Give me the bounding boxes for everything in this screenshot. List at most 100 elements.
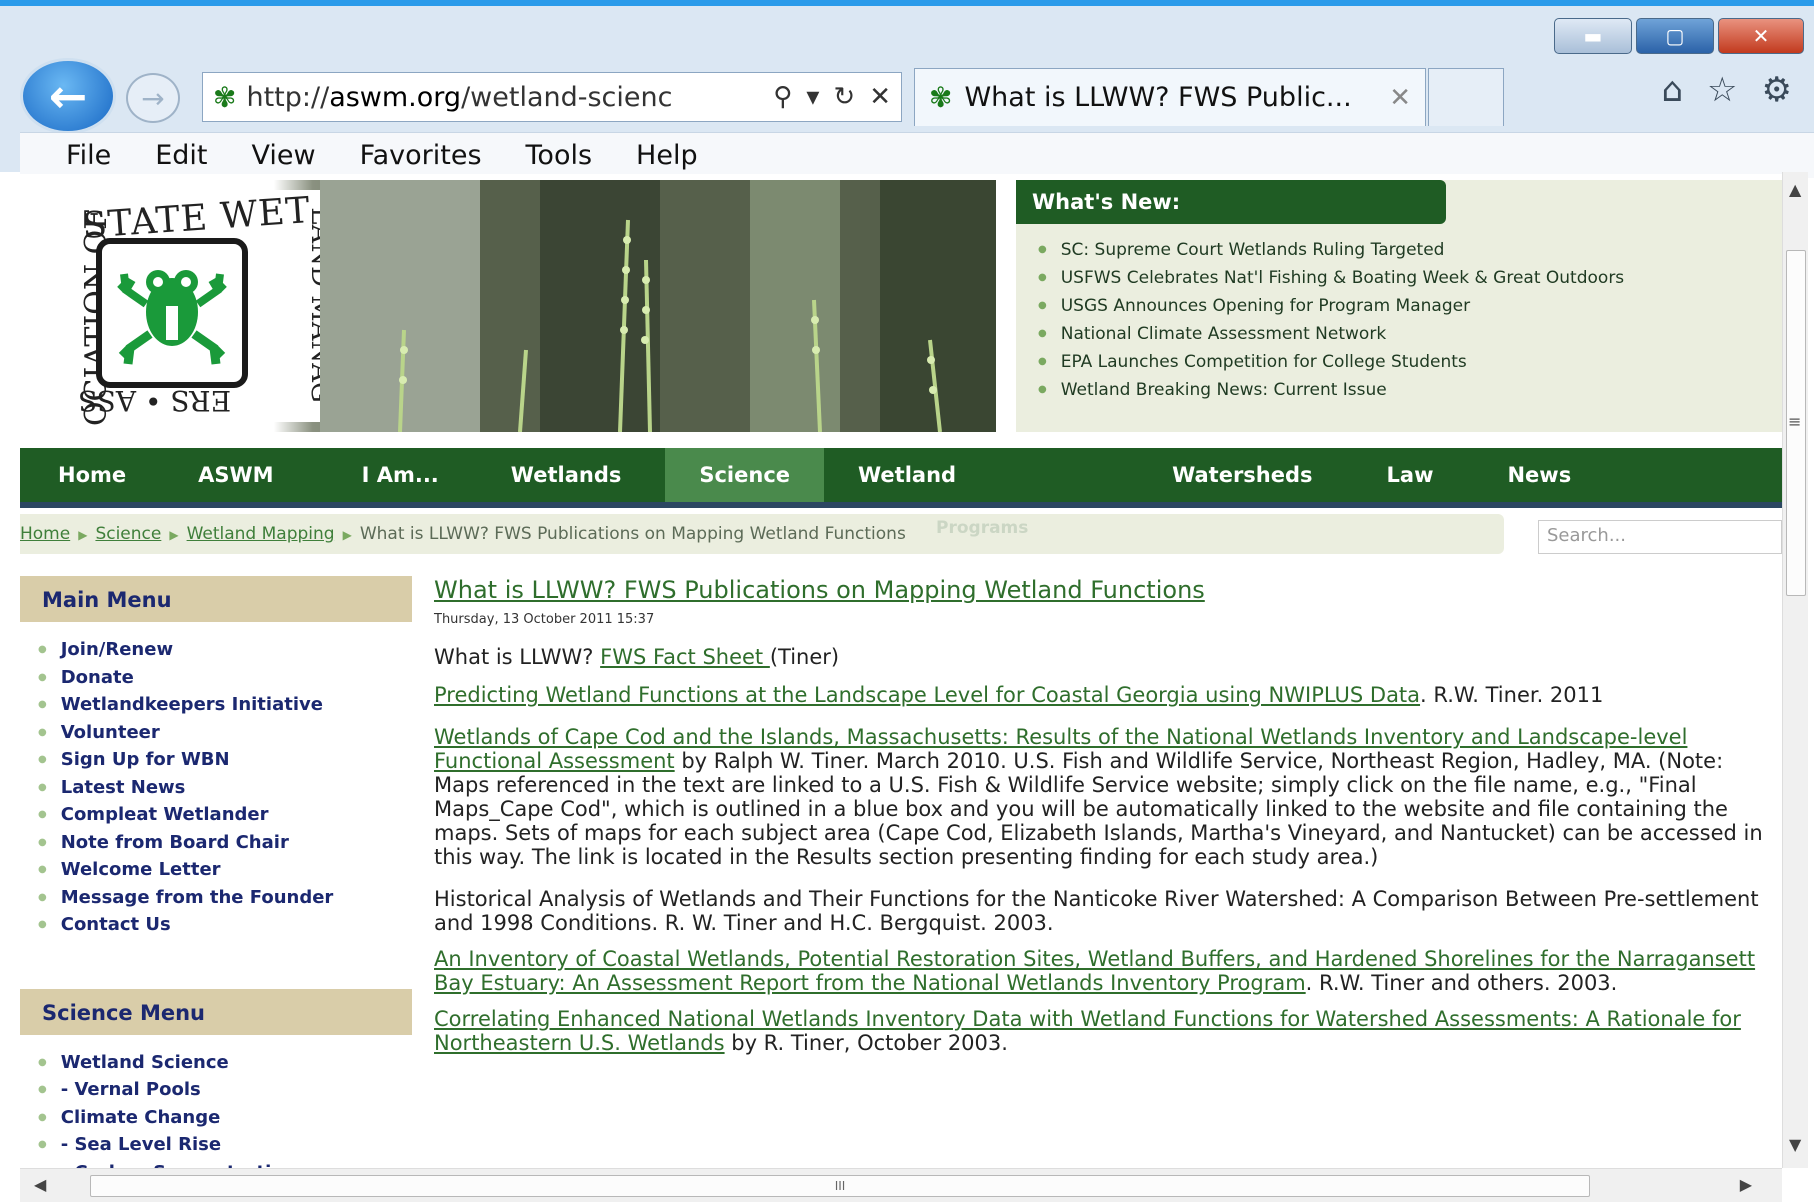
article-paragraph: Historical Analysis of Wetlands and Thei… bbox=[434, 887, 1759, 935]
article-paragraph: Wetlands of Cape Cod and the Islands, Ma… bbox=[434, 725, 1774, 869]
sidebar-item-contact-us[interactable]: Contact Us bbox=[38, 911, 412, 939]
menu-help[interactable]: Help bbox=[636, 140, 698, 171]
wetland-plants-photo bbox=[320, 180, 996, 432]
dropdown-icon[interactable]: ▾ bbox=[806, 82, 819, 112]
sidebar-item-founder-message[interactable]: Message from the Founder bbox=[38, 884, 412, 912]
breadcrumb-science[interactable]: Science bbox=[95, 524, 161, 544]
sidebar-item-welcome-letter[interactable]: Welcome Letter bbox=[38, 856, 412, 884]
fws-fact-sheet-link[interactable]: FWS Fact Sheet bbox=[600, 645, 770, 669]
paragraph-text: . R.W. Tiner. 2011 bbox=[1420, 683, 1604, 707]
sidebar-item-sea-level-rise[interactable]: - Sea Level Rise bbox=[38, 1131, 412, 1159]
list-item[interactable]: USGS Announces Opening for Program Manag… bbox=[1038, 292, 1624, 320]
list-item[interactable]: National Climate Assessment Network bbox=[1038, 320, 1624, 348]
paragraph-text: . R.W. Tiner and others. 2003. bbox=[1305, 971, 1618, 995]
article-paragraph: What is LLWW? FWS Fact Sheet (Tiner) bbox=[434, 645, 1774, 669]
nav-aswm[interactable]: ASWM bbox=[164, 448, 313, 502]
scroll-down-icon[interactable]: ▼ bbox=[1789, 1135, 1801, 1154]
article-paragraph: Predicting Wetland Functions at the Land… bbox=[434, 683, 1774, 707]
url-text[interactable]: http://aswm.org/wetland-scienc bbox=[246, 82, 763, 113]
whats-new-title: What's New: bbox=[1016, 180, 1446, 224]
menu-favorites[interactable]: Favorites bbox=[360, 140, 482, 171]
menu-view[interactable]: View bbox=[251, 140, 315, 171]
list-item[interactable]: EPA Launches Competition for College Stu… bbox=[1038, 348, 1624, 376]
menu-edit[interactable]: Edit bbox=[155, 140, 207, 171]
sidebar-item-wetlandkeepers[interactable]: Wetlandkeepers Initiative bbox=[38, 691, 412, 719]
sidebar: Main Menu Join/Renew Donate Wetlandkeepe… bbox=[20, 576, 412, 1168]
nav-law[interactable]: Law bbox=[1347, 448, 1474, 502]
scrollbar-thumb[interactable]: III bbox=[90, 1175, 1590, 1197]
nav-wetlands[interactable]: Wetlands bbox=[487, 448, 666, 502]
search-input[interactable]: Search... bbox=[1538, 520, 1782, 554]
forward-arrow-icon: → bbox=[141, 81, 165, 115]
breadcrumb-separator-icon: ▶ bbox=[78, 528, 88, 542]
article-paragraph: An Inventory of Coastal Wetlands, Potent… bbox=[434, 947, 1774, 995]
back-button[interactable]: ← bbox=[20, 58, 116, 134]
nav-home[interactable]: Home bbox=[20, 448, 164, 502]
aswm-logo[interactable]: STATE WET OCIATION OF LAND MANAG ERS • A… bbox=[40, 190, 335, 426]
minimize-icon: ▬ bbox=[1583, 24, 1603, 48]
menu-file[interactable]: File bbox=[66, 140, 111, 171]
nav-science[interactable]: Science bbox=[665, 448, 825, 502]
list-item[interactable]: Wetland Breaking News: Current Issue bbox=[1038, 376, 1624, 404]
browser-toolbar-icons: ⌂ ☆ ⚙ bbox=[1661, 70, 1792, 110]
nav-i-am[interactable]: I Am... bbox=[314, 448, 487, 502]
close-window-button[interactable]: ✕ bbox=[1718, 18, 1804, 54]
tab-favicon: ✾ bbox=[929, 81, 953, 114]
sidebar-item-volunteer[interactable]: Volunteer bbox=[38, 719, 412, 747]
url-path: /wetland-scienc bbox=[461, 81, 673, 113]
home-icon[interactable]: ⌂ bbox=[1661, 70, 1683, 110]
science-menu-title: Science Menu bbox=[20, 988, 412, 1035]
url-prefix: http:// bbox=[246, 81, 330, 113]
scroll-right-icon[interactable]: ▶ bbox=[1740, 1175, 1752, 1194]
article-title[interactable]: What is LLWW? FWS Publications on Mappin… bbox=[434, 576, 1774, 604]
minimize-button[interactable]: ▬ bbox=[1554, 18, 1632, 54]
sidebar-item-wetland-science[interactable]: Wetland Science bbox=[38, 1049, 412, 1077]
breadcrumb-home[interactable]: Home bbox=[20, 524, 70, 544]
enhanced-nwi-link[interactable]: Correlating Enhanced National Wetlands I… bbox=[434, 1007, 1741, 1055]
sidebar-item-donate[interactable]: Donate bbox=[38, 664, 412, 692]
browser-chrome: ▬ ▢ ✕ ← → ✾ http://aswm.org/wetland-scie… bbox=[0, 0, 1814, 178]
nav-wetland-programs[interactable]: Wetland bbox=[824, 448, 1172, 502]
menu-tools[interactable]: Tools bbox=[526, 140, 593, 171]
favorites-star-icon[interactable]: ☆ bbox=[1707, 70, 1737, 110]
browser-tab[interactable]: ✾ What is LLWW? FWS Public... ✕ bbox=[914, 68, 1426, 126]
maximize-icon: ▢ bbox=[1665, 24, 1685, 48]
new-tab-button[interactable] bbox=[1428, 68, 1504, 126]
address-bar[interactable]: ✾ http://aswm.org/wetland-scienc ⚲ ▾ ↻ ✕ bbox=[202, 72, 902, 122]
gear-icon[interactable]: ⚙ bbox=[1762, 70, 1792, 110]
sidebar-item-climate-change[interactable]: Climate Change bbox=[38, 1104, 412, 1132]
nav-news[interactable]: News bbox=[1473, 448, 1591, 502]
whats-new-box: What's New: SC: Supreme Court Wetlands R… bbox=[1016, 180, 1782, 432]
sidebar-item-sign-up-wbn[interactable]: Sign Up for WBN bbox=[38, 746, 412, 774]
coastal-georgia-link[interactable]: Predicting Wetland Functions at the Land… bbox=[434, 683, 1420, 707]
logo-text-bottom: ERS • ASS bbox=[78, 384, 232, 417]
sidebar-item-carbon-sequestration[interactable]: - Carbon Sequestration bbox=[38, 1159, 412, 1169]
tab-title: What is LLWW? FWS Public... bbox=[964, 82, 1352, 113]
menu-bar: File Edit View Favorites Tools Help bbox=[20, 132, 1814, 178]
sidebar-item-latest-news[interactable]: Latest News bbox=[38, 774, 412, 802]
article-date: Thursday, 13 October 2011 15:37 bbox=[434, 612, 655, 627]
sidebar-item-vernal-pools[interactable]: - Vernal Pools bbox=[38, 1076, 412, 1104]
search-icon[interactable]: ⚲ bbox=[773, 82, 792, 112]
sidebar-item-join-renew[interactable]: Join/Renew bbox=[38, 636, 412, 664]
forward-button[interactable]: → bbox=[126, 73, 180, 123]
stop-icon[interactable]: ✕ bbox=[869, 82, 891, 112]
refresh-icon[interactable]: ↻ bbox=[833, 82, 855, 112]
breadcrumb-wetland-mapping[interactable]: Wetland Mapping bbox=[187, 524, 335, 544]
maximize-button[interactable]: ▢ bbox=[1636, 18, 1714, 54]
sidebar-item-compleat-wetlander[interactable]: Compleat Wetlander bbox=[38, 801, 412, 829]
frog-icon bbox=[117, 258, 227, 368]
scrollbar-grip-icon: ≡ bbox=[1788, 412, 1802, 431]
scroll-left-icon[interactable]: ◀ bbox=[34, 1175, 46, 1194]
close-tab-icon[interactable]: ✕ bbox=[1389, 83, 1411, 113]
horizontal-scrollbar[interactable]: ◀ III ▶ bbox=[20, 1168, 1782, 1202]
list-item[interactable]: USFWS Celebrates Nat'l Fishing & Boating… bbox=[1038, 264, 1624, 292]
header-banner: STATE WET OCIATION OF LAND MANAG ERS • A… bbox=[20, 180, 996, 432]
nav-watersheds[interactable]: Watersheds bbox=[1172, 448, 1346, 502]
nav-overflow-text[interactable]: Programs bbox=[936, 518, 1028, 538]
sidebar-item-board-chair[interactable]: Note from Board Chair bbox=[38, 829, 412, 857]
nav-divider bbox=[20, 502, 1782, 508]
list-item[interactable]: SC: Supreme Court Wetlands Ruling Target… bbox=[1038, 236, 1624, 264]
scroll-up-icon[interactable]: ▲ bbox=[1789, 180, 1801, 199]
vertical-scrollbar[interactable]: ▲ ≡ ▼ bbox=[1782, 172, 1808, 1168]
